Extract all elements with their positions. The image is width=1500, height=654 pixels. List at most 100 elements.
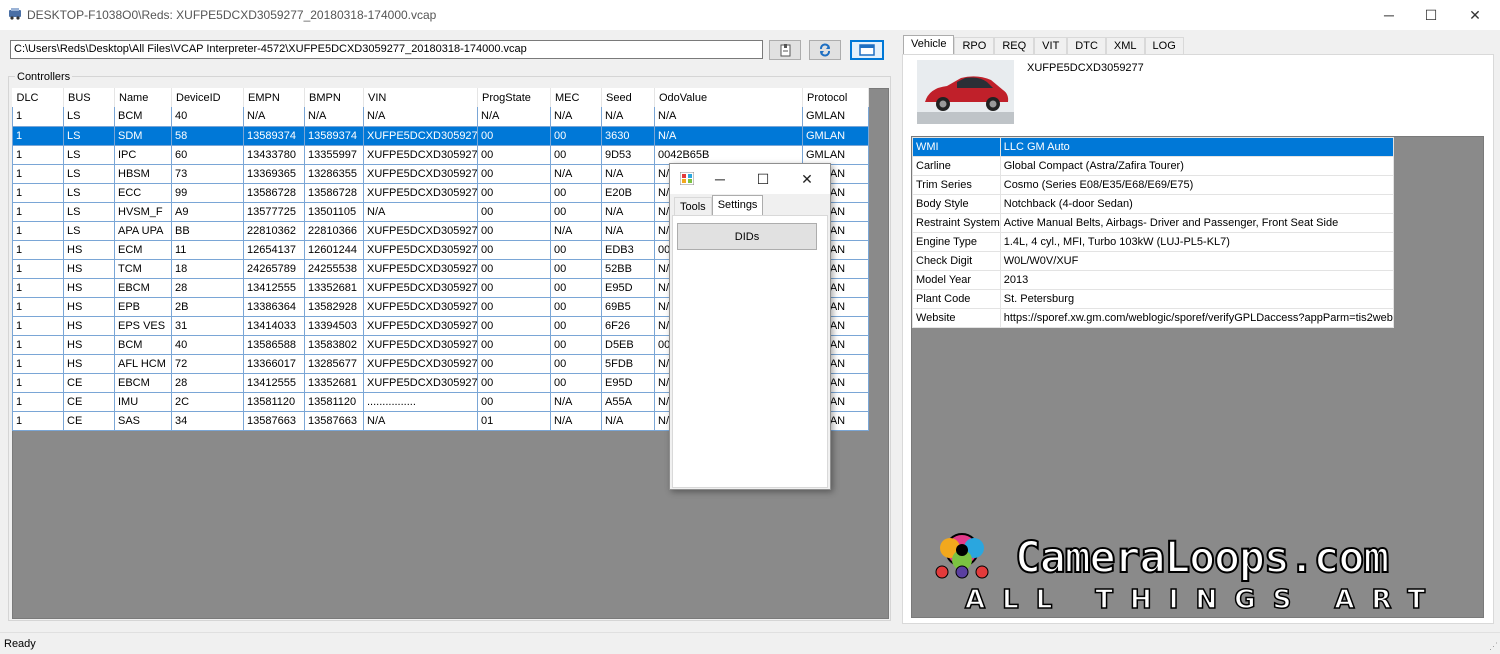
table-cell[interactable]: 2C [171, 392, 244, 412]
table-cell[interactable]: BB [171, 221, 244, 241]
table-cell[interactable]: 13586728 [243, 183, 305, 203]
info-row[interactable]: Trim Series Cosmo (Series E08/E35/E68/E69… [912, 175, 1394, 195]
table-cell[interactable]: 13412555 [243, 373, 305, 393]
table-cell[interactable]: 12654137 [243, 240, 305, 260]
table-cell[interactable]: 13352681 [304, 278, 364, 298]
table-cell[interactable]: 00 [550, 183, 602, 203]
table-cell[interactable]: 1 [12, 297, 64, 317]
info-row[interactable]: Check Digit W0L/W0V/XUF [912, 251, 1394, 271]
table-cell[interactable]: N/A [243, 107, 305, 127]
table-cell[interactable]: 52BB [601, 259, 655, 279]
table-cell[interactable]: AFL HCM [114, 354, 172, 374]
table-row[interactable]: 1 LS IPC 60 13433780 13355997 XUFPE5DCXD305927… [12, 145, 869, 165]
table-cell[interactable]: 13587663 [304, 411, 364, 431]
table-cell[interactable]: CE [63, 411, 115, 431]
table-cell[interactable]: E95D [601, 373, 655, 393]
table-cell[interactable]: XUFPE5DCXD3059277 [363, 354, 478, 374]
table-cell[interactable]: 00 [550, 373, 602, 393]
close-button[interactable]: ✕ [1452, 0, 1498, 30]
table-cell[interactable]: 00 [477, 126, 551, 146]
table-cell[interactable]: 1 [12, 145, 64, 165]
table-cell[interactable]: A55A [601, 392, 655, 412]
table-cell[interactable]: 24265789 [243, 259, 305, 279]
table-cell[interactable]: 00 [477, 202, 551, 222]
maximize-button[interactable]: ☐ [1408, 0, 1454, 30]
table-cell[interactable]: GMLAN [802, 145, 869, 165]
table-cell[interactable]: XUFPE5DCXD3059277 [363, 126, 478, 146]
table-cell[interactable]: 73 [171, 164, 244, 184]
table-cell[interactable]: 12601244 [304, 240, 364, 260]
table-cell[interactable]: 00 [477, 354, 551, 374]
popup-maximize-button[interactable]: ☐ [753, 170, 773, 188]
table-cell[interactable]: 1 [12, 221, 64, 241]
tab-req[interactable]: REQ [994, 37, 1035, 55]
table-cell[interactable]: 1 [12, 316, 64, 336]
table-cell[interactable]: N/A [477, 107, 551, 127]
table-cell[interactable]: 00 [477, 297, 551, 317]
table-cell[interactable]: HS [63, 316, 115, 336]
info-row[interactable]: Model Year 2013 [912, 270, 1394, 290]
table-cell[interactable]: 22810366 [304, 221, 364, 241]
table-cell[interactable]: LS [63, 221, 115, 241]
refresh-button[interactable] [809, 40, 841, 60]
table-cell[interactable]: 00 [550, 335, 602, 355]
column-header[interactable]: BUS [63, 88, 115, 107]
table-cell[interactable]: 00 [550, 240, 602, 260]
column-header[interactable]: VIN [363, 88, 478, 107]
table-cell[interactable]: IMU [114, 392, 172, 412]
table-cell[interactable]: XUFPE5DCXD3059277 [363, 316, 478, 336]
table-cell[interactable]: SDM [114, 126, 172, 146]
table-cell[interactable]: 1 [12, 107, 64, 127]
table-cell[interactable]: 6F26 [601, 316, 655, 336]
table-cell[interactable]: EBCM [114, 278, 172, 298]
table-cell[interactable]: GMLAN [802, 126, 869, 146]
table-cell[interactable]: 13586588 [243, 335, 305, 355]
table-cell[interactable]: 28 [171, 373, 244, 393]
table-cell[interactable]: N/A [550, 411, 602, 431]
popup-tab-tools[interactable]: Tools [674, 197, 712, 215]
table-cell[interactable]: 99 [171, 183, 244, 203]
table-cell[interactable]: CE [63, 392, 115, 412]
table-cell[interactable]: 13589374 [243, 126, 305, 146]
table-cell[interactable]: N/A [601, 202, 655, 222]
table-cell[interactable]: EDB3 [601, 240, 655, 260]
table-cell[interactable]: 1 [12, 278, 64, 298]
table-cell[interactable]: 1 [12, 164, 64, 184]
table-cell[interactable]: N/A [304, 107, 364, 127]
table-cell[interactable]: LS [63, 202, 115, 222]
info-row[interactable]: WMI LLC GM Auto [912, 137, 1394, 157]
table-cell[interactable]: N/A [654, 126, 803, 146]
table-cell[interactable]: 13581120 [243, 392, 305, 412]
table-cell[interactable]: 00 [477, 335, 551, 355]
popup-close-button[interactable]: ✕ [797, 170, 817, 188]
table-cell[interactable]: 00 [477, 373, 551, 393]
table-cell[interactable]: 00 [477, 240, 551, 260]
table-cell[interactable]: 58 [171, 126, 244, 146]
table-cell[interactable]: EBCM [114, 373, 172, 393]
table-cell[interactable]: 13352681 [304, 373, 364, 393]
table-cell[interactable]: HVSM_F [114, 202, 172, 222]
table-cell[interactable]: 13587663 [243, 411, 305, 431]
table-cell[interactable]: 13586728 [304, 183, 364, 203]
table-cell[interactable]: LS [63, 107, 115, 127]
table-cell[interactable]: ECM [114, 240, 172, 260]
table-cell[interactable]: 1 [12, 411, 64, 431]
tab-log[interactable]: LOG [1144, 37, 1184, 55]
table-cell[interactable]: 31 [171, 316, 244, 336]
table-cell[interactable]: 18 [171, 259, 244, 279]
table-cell[interactable]: XUFPE5DCXD3059277 [363, 259, 478, 279]
info-row[interactable]: Engine Type 1.4L, 4 cyl., MFI, Turbo 103k… [912, 232, 1394, 252]
table-cell[interactable]: 13433780 [243, 145, 305, 165]
table-cell[interactable]: XUFPE5DCXD3059277 [363, 221, 478, 241]
table-cell[interactable]: CE [63, 373, 115, 393]
table-cell[interactable]: XUFPE5DCXD3059277 [363, 373, 478, 393]
tab-rpo[interactable]: RPO [954, 37, 995, 55]
table-cell[interactable]: 2B [171, 297, 244, 317]
table-cell[interactable]: 00 [550, 202, 602, 222]
table-cell[interactable]: 00 [477, 278, 551, 298]
table-cell[interactable]: 9D53 [601, 145, 655, 165]
resize-grip-icon[interactable]: ⋰ [1489, 641, 1498, 652]
view-toggle-button[interactable] [850, 40, 884, 60]
table-cell[interactable]: N/A [550, 221, 602, 241]
table-cell[interactable]: HBSM [114, 164, 172, 184]
